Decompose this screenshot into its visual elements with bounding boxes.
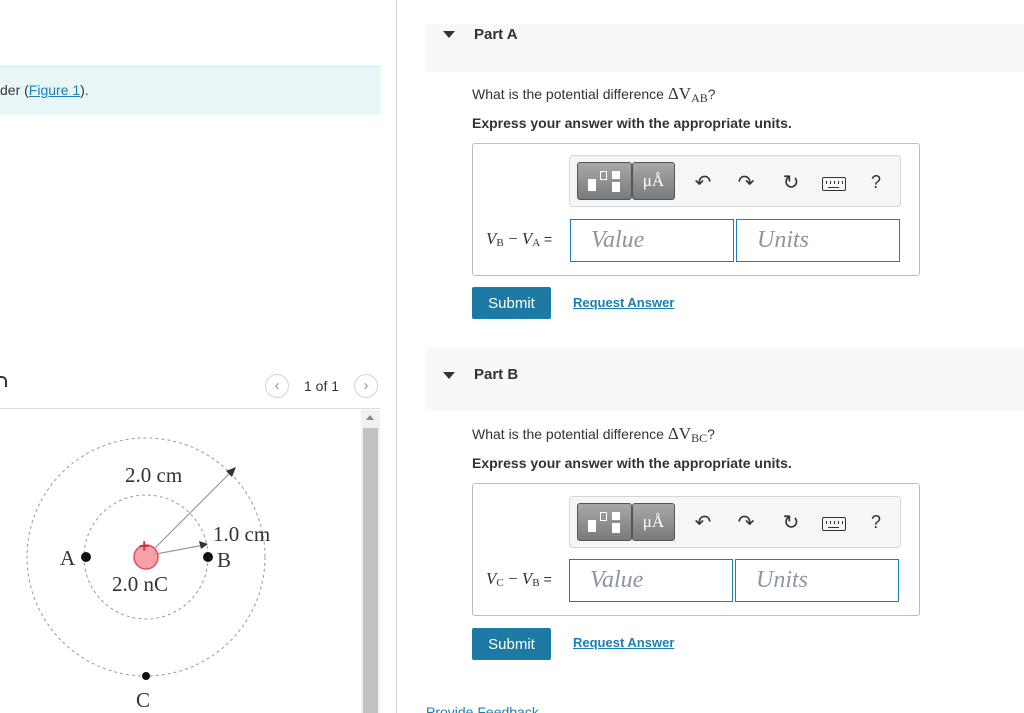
question-suffix: ? — [707, 426, 715, 442]
eq-minus: − — [503, 569, 522, 588]
eq-var-1: V — [486, 229, 497, 248]
question-text: What is the potential difference — [472, 86, 668, 102]
part-b-instruction: Express your answer with the appropriate… — [472, 455, 792, 471]
eq-var-2: V — [521, 229, 533, 248]
keyboard-icon[interactable] — [822, 517, 846, 531]
next-figure-button[interactable]: › — [354, 374, 378, 398]
part-b-submit-button[interactable]: Submit — [472, 628, 551, 660]
point-a-dot — [81, 552, 91, 562]
part-b-request-answer-link[interactable]: Request Answer — [573, 635, 674, 650]
charge-figure — [26, 437, 266, 680]
part-b-equation-label: VC − VB = — [486, 569, 552, 589]
reset-icon[interactable]: ↻ — [779, 511, 803, 535]
panel-divider — [396, 0, 397, 713]
question-text: What is the potential difference — [472, 426, 668, 442]
prev-figure-button[interactable]: ‹ — [265, 374, 289, 398]
label-inner-radius: 1.0 cm — [213, 522, 271, 546]
label-point-b: B — [217, 548, 232, 572]
part-b-question: What is the potential difference ΔVBC? — [472, 424, 715, 446]
part-a-submit-button[interactable]: Submit — [472, 287, 551, 319]
templates-icon — [588, 512, 622, 534]
scroll-up-arrow-icon[interactable] — [361, 410, 380, 426]
intro-text-prefix: der ( — [0, 82, 29, 98]
eq-equals: = — [540, 231, 553, 247]
charge-sign: + — [139, 536, 150, 556]
part-a-question: What is the potential difference ΔVAB? — [472, 84, 716, 106]
chevron-right-icon: › — [363, 377, 369, 394]
eq-equals: = — [539, 571, 552, 587]
question-subscript: AB — [691, 91, 708, 105]
undo-icon[interactable]: ↶ — [691, 511, 715, 535]
templates-button[interactable] — [577, 162, 632, 200]
question-symbol: ΔV — [667, 424, 692, 443]
part-a-request-answer-link[interactable]: Request Answer — [573, 295, 674, 310]
redo-icon[interactable]: ↷ — [734, 171, 758, 195]
figure-pager-count: 1 of 1 — [304, 378, 340, 394]
figure-link[interactable]: Figure 1 — [29, 82, 80, 98]
help-icon[interactable]: ? — [871, 172, 881, 193]
label-point-c: C — [136, 688, 151, 712]
eq-sub-2: A — [532, 237, 541, 249]
templates-icon — [588, 171, 622, 193]
caret-down-icon[interactable] — [443, 31, 455, 38]
figure-divider — [0, 408, 381, 409]
eq-var-1: V — [486, 569, 497, 588]
eq-sub-1: B — [496, 237, 504, 249]
point-b-dot — [203, 552, 213, 562]
question-suffix: ? — [707, 86, 716, 102]
figure-scrollbar-thumb[interactable] — [363, 428, 378, 713]
eq-minus: − — [503, 229, 522, 248]
undo-icon[interactable]: ↶ — [691, 171, 715, 195]
intro-text: der (Figure 1). — [0, 82, 89, 98]
part-b-title: Part B — [474, 366, 519, 383]
part-a-units-input[interactable] — [736, 219, 900, 262]
provide-feedback-link[interactable]: Provide Feedback — [426, 704, 539, 713]
label-outer-radius: 2.0 cm — [125, 463, 183, 487]
chevron-left-icon: ‹ — [274, 377, 280, 394]
units-symbol-button[interactable]: μÅ — [632, 162, 675, 200]
part-a-instruction: Express your answer with the appropriate… — [472, 115, 792, 131]
eq-var-2: V — [521, 569, 533, 588]
cropped-heading-mark — [0, 376, 7, 387]
question-symbol: ΔV — [667, 84, 692, 103]
keyboard-icon[interactable] — [822, 177, 846, 191]
part-a-value-input[interactable] — [570, 219, 734, 262]
help-icon[interactable]: ? — [871, 512, 881, 533]
inner-radius-line — [155, 544, 205, 555]
label-charge-value: 2.0 nC — [112, 572, 169, 596]
reset-icon[interactable]: ↻ — [779, 171, 803, 195]
point-c-dot — [142, 672, 150, 680]
eq-sub-2: B — [532, 577, 540, 589]
eq-sub-1: C — [496, 577, 504, 589]
redo-icon[interactable]: ↷ — [734, 511, 758, 535]
units-symbol-button[interactable]: μÅ — [632, 503, 675, 541]
templates-button[interactable] — [577, 503, 632, 541]
intro-text-suffix: ). — [80, 82, 89, 98]
part-a-equation-label: VB − VA = — [486, 229, 552, 249]
part-b-units-input[interactable] — [735, 559, 899, 602]
part-b-value-input[interactable] — [569, 559, 733, 602]
label-point-a: A — [60, 546, 76, 570]
part-a-title: Part A — [474, 26, 518, 43]
question-subscript: BC — [691, 431, 708, 445]
caret-down-icon[interactable] — [443, 372, 455, 379]
